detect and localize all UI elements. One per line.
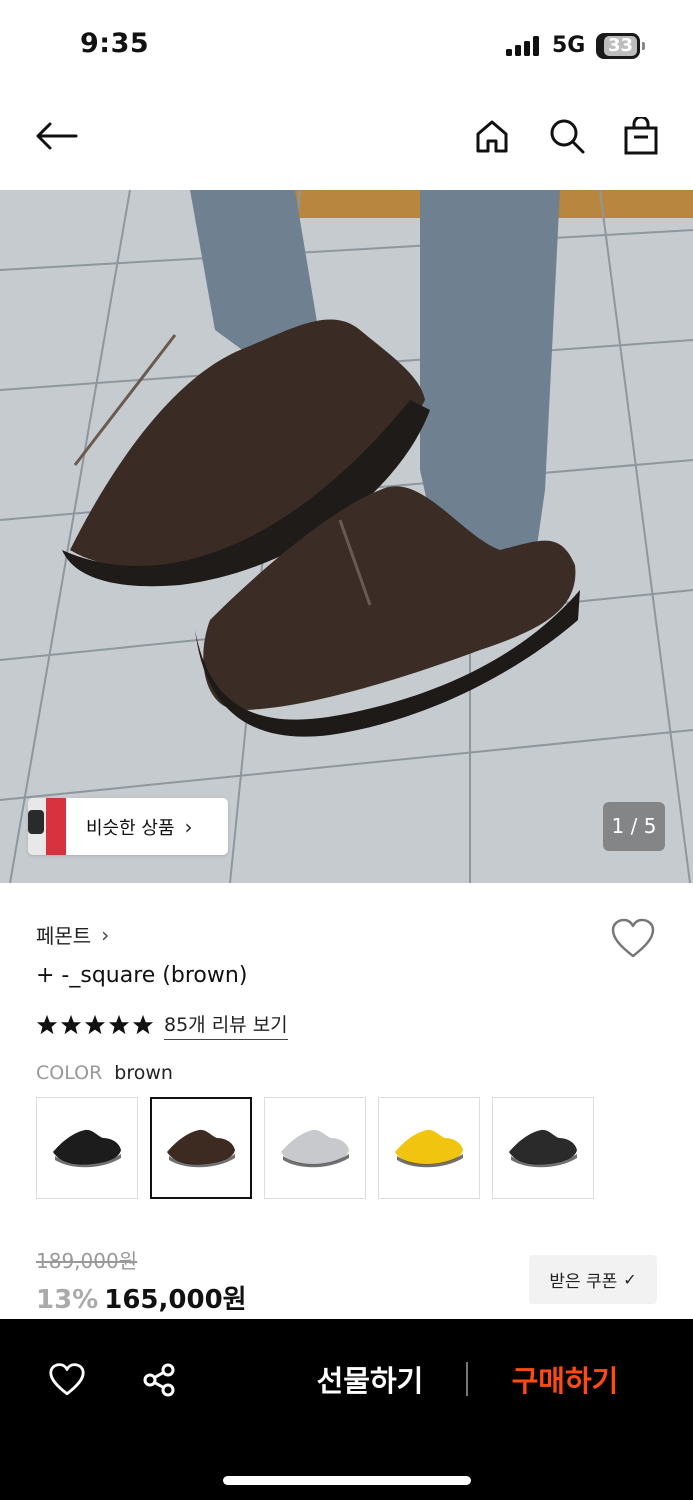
signal-icon bbox=[506, 36, 542, 56]
price-row: 13% 165,000원 bbox=[36, 1279, 247, 1316]
cart-button[interactable] bbox=[617, 112, 665, 160]
search-icon bbox=[550, 119, 585, 154]
color-row: COLOR brown bbox=[36, 1062, 173, 1084]
wishlist-button[interactable] bbox=[610, 918, 656, 960]
status-bar: 9:35 5G 33 bbox=[0, 0, 693, 92]
page-indicator: 1 / 5 bbox=[603, 802, 665, 851]
shoe-thumbnail bbox=[281, 1129, 349, 1168]
brand-name: 페몬트 bbox=[36, 924, 92, 948]
star-icon bbox=[60, 1014, 82, 1035]
buy-button[interactable]: 구매하기 bbox=[495, 1356, 635, 1406]
shoe-thumbnail bbox=[509, 1129, 577, 1168]
back-button[interactable] bbox=[32, 112, 80, 160]
heart-icon bbox=[49, 1363, 85, 1396]
color-key: COLOR bbox=[36, 1062, 103, 1084]
bottom-action-bar bbox=[0, 1319, 693, 1500]
review-link[interactable]: 85개 리뷰 보기 bbox=[164, 1010, 288, 1040]
status-time: 9:35 bbox=[80, 28, 150, 59]
home-button[interactable] bbox=[468, 112, 516, 160]
home-indicator bbox=[223, 1476, 471, 1485]
coupon-label: 받은 쿠폰 bbox=[549, 1272, 618, 1292]
home-icon bbox=[476, 120, 508, 153]
battery-icon: 33 bbox=[596, 33, 646, 59]
bottom-wishlist-button[interactable] bbox=[46, 1360, 88, 1400]
product-image bbox=[0, 190, 693, 883]
brand-link[interactable]: 페몬트 › bbox=[36, 920, 109, 949]
star-icon bbox=[36, 1014, 58, 1035]
chevron-right-icon: › bbox=[184, 814, 193, 839]
color-swatches bbox=[36, 1097, 606, 1199]
color-swatch-brown[interactable] bbox=[150, 1097, 252, 1199]
color-value: brown bbox=[114, 1062, 173, 1084]
similar-products-label: 비슷한 상품 bbox=[86, 817, 175, 839]
chevron-right-icon: › bbox=[101, 922, 110, 947]
shoe-thumbnail bbox=[53, 1129, 121, 1168]
product-photo[interactable] bbox=[0, 190, 693, 883]
star-icon bbox=[108, 1014, 130, 1035]
color-swatch-yellow[interactable] bbox=[378, 1097, 480, 1199]
original-price: 189,000원 bbox=[36, 1249, 138, 1273]
network-label: 5G bbox=[552, 33, 586, 58]
star-icon bbox=[84, 1014, 106, 1035]
battery-level: 33 bbox=[604, 36, 637, 56]
gift-button[interactable]: 선물하기 bbox=[300, 1356, 440, 1406]
color-swatch-black[interactable] bbox=[492, 1097, 594, 1199]
search-button[interactable] bbox=[543, 112, 591, 160]
color-swatch-silver[interactable] bbox=[264, 1097, 366, 1199]
product-name: + -_square (brown) bbox=[36, 963, 248, 988]
share-icon bbox=[143, 1363, 175, 1397]
similar-thumbnail bbox=[28, 798, 66, 855]
color-swatch-black[interactable] bbox=[36, 1097, 138, 1199]
back-arrow-icon bbox=[36, 122, 78, 150]
shoe-thumbnail bbox=[395, 1129, 463, 1168]
header-nav bbox=[0, 92, 693, 190]
coupon-button[interactable]: 받은 쿠폰 ✓ bbox=[529, 1255, 657, 1304]
heart-icon bbox=[611, 918, 655, 958]
discount-rate: 13% bbox=[36, 1285, 99, 1315]
shoe-thumbnail bbox=[167, 1129, 235, 1168]
check-icon: ✓ bbox=[623, 1270, 637, 1289]
rating-row: 85개 리뷰 보기 bbox=[36, 1010, 288, 1040]
shopping-bag-icon bbox=[624, 117, 658, 155]
star-icon bbox=[132, 1014, 154, 1035]
bottom-divider bbox=[466, 1362, 468, 1396]
share-button[interactable] bbox=[139, 1360, 179, 1400]
similar-products-button[interactable]: 비슷한 상품 › bbox=[28, 798, 228, 855]
sale-price: 165,000원 bbox=[104, 1285, 247, 1315]
